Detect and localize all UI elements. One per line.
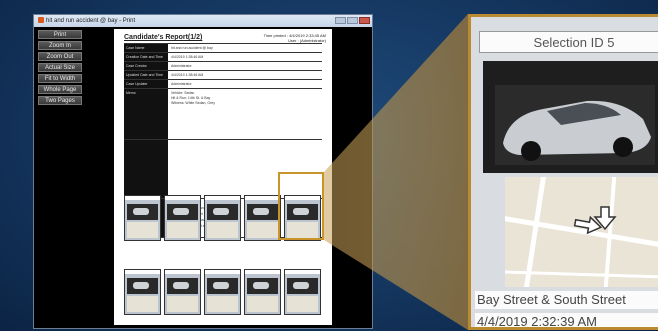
location-map xyxy=(505,177,658,287)
selection-datetime: 4/4/2019 2:32:39 AM xyxy=(475,313,658,327)
vehicle-photo xyxy=(483,61,658,173)
map-image xyxy=(505,177,658,287)
selected-thumbnail-highlight xyxy=(278,172,324,240)
zoom-beam-shape xyxy=(324,14,468,330)
car-image xyxy=(495,85,655,165)
selection-location: Bay Street & South Street xyxy=(475,291,658,309)
zoomed-selection-panel: Selection ID 5 Bay Street & South Street… xyxy=(468,14,658,330)
selection-title: Selection ID 5 xyxy=(479,31,658,53)
